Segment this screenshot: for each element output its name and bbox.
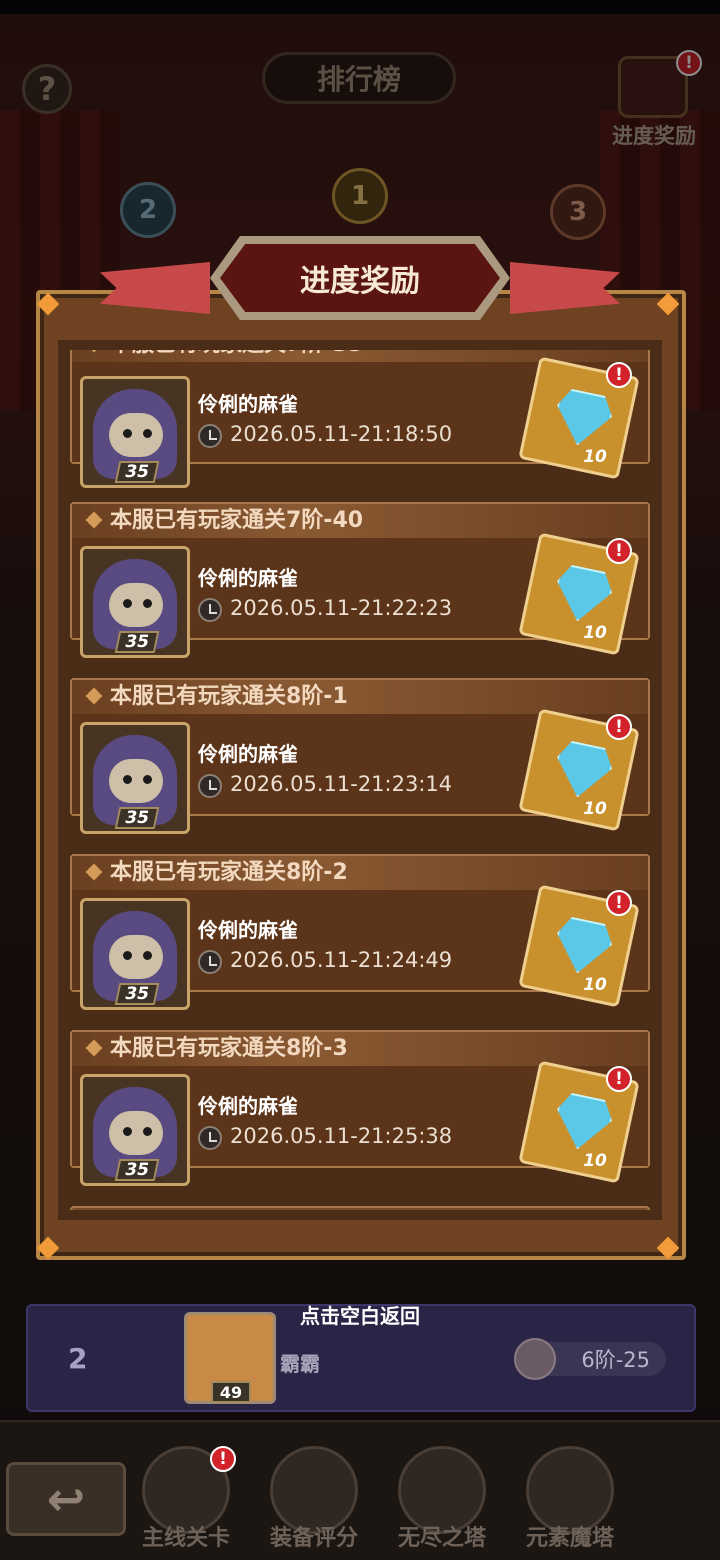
player-avatar[interactable]: 35 [80, 546, 190, 658]
nav-label: 主线关卡 [141, 1526, 230, 1551]
reward-list[interactable]: 本服已有玩家通关7阶-35 35 伶俐的麻雀 2026.05.11-21:18:… [70, 350, 650, 1210]
clear-time: 2026.05.11-21:25:38 [230, 1124, 453, 1148]
level-badge: 49 [211, 1381, 251, 1403]
nav-endless-tower[interactable]: 无尽之塔 [382, 1436, 502, 1556]
back-arrow-icon: ↩ [46, 1472, 86, 1526]
player-avatar[interactable]: 35 [80, 1074, 190, 1186]
diamond-bullet-icon [85, 511, 103, 529]
nav-equipment-score[interactable]: 装备评分 [254, 1436, 374, 1556]
reward-entry: 本服已有玩家通关8阶-2 35 伶俐的麻雀 2026.05.11-21:24:4… [70, 854, 650, 1010]
diamond-bullet-icon [85, 687, 103, 705]
level-badge: 35 [114, 631, 160, 653]
reward-count: 10 [583, 799, 607, 820]
player-name: 伶俐的麻雀 [198, 1094, 298, 1118]
level-badge: 35 [114, 807, 160, 829]
entry-header: 本服已有玩家通关8阶-1 [72, 680, 648, 714]
gem-icon [550, 387, 616, 451]
clock-icon [198, 950, 222, 974]
entry-body: 35 伶俐的麻雀 2026.05.11-21:22:23 10 ! [72, 532, 648, 658]
player-name: 伶俐的麻雀 [198, 392, 298, 416]
clock-icon [198, 598, 222, 622]
player-name: 伶俐的麻雀 [198, 566, 298, 590]
diamond-bullet-icon [85, 350, 103, 353]
clear-time: 2026.05.11-21:22:23 [230, 596, 453, 620]
player-name: 伶俐的麻雀 [198, 918, 298, 942]
entry-header: 本服已有玩家通关7阶-40 [72, 504, 648, 538]
skull-icon [514, 1338, 556, 1380]
reward-entry: 本服已有玩家通关8阶-3 35 伶俐的麻雀 2026.05.11-21:25:3… [70, 1030, 650, 1186]
reward-entry [70, 1206, 650, 1210]
reward-count: 10 [583, 447, 607, 468]
alert-badge: ! [210, 1446, 236, 1472]
entry-title: 本服已有玩家通关8阶-1 [110, 684, 348, 709]
entry-body: 35 伶俐的麻雀 2026.05.11-21:24:49 10 ! [72, 884, 648, 1010]
clear-time: 2026.05.11-21:24:49 [230, 948, 453, 972]
level-badge: 35 [114, 983, 160, 1005]
tap-to-close-hint: 点击空白返回 [300, 1304, 420, 1328]
gem-icon [550, 739, 616, 803]
nav-label: 无尽之塔 [397, 1526, 486, 1551]
ribbon-left [100, 262, 210, 314]
entry-body: 35 伶俐的麻雀 2026.05.11-21:25:38 10 ! [72, 1060, 648, 1186]
reward-count: 10 [583, 975, 607, 996]
entry-title: 本服已有玩家通关8阶-2 [110, 860, 348, 885]
my-rank-number: 2 [68, 1342, 88, 1375]
nav-element-tower[interactable]: 元素魔塔 [510, 1436, 630, 1556]
nav-label: 元素魔塔 [525, 1526, 614, 1551]
clear-time: 2026.05.11-21:18:50 [230, 422, 453, 446]
entry-body: 35 伶俐的麻雀 2026.05.11-21:18:50 10 ! [72, 356, 648, 488]
clock-icon [198, 1126, 222, 1150]
level-badge: 35 [114, 1159, 160, 1181]
player-avatar[interactable]: 35 [80, 376, 190, 488]
entry-title: 本服已有玩家通关8阶-3 [110, 1036, 348, 1061]
alert-badge: ! [606, 1066, 632, 1092]
modal-title-banner: 进度奖励 [100, 222, 620, 332]
diamond-bullet-icon [85, 863, 103, 881]
ribbon-right [510, 262, 620, 314]
alert-badge: ! [606, 538, 632, 564]
back-button[interactable]: ↩ [6, 1462, 126, 1536]
reward-entry: 本服已有玩家通关8阶-1 35 伶俐的麻雀 2026.05.11-21:23:1… [70, 678, 650, 834]
gem-icon [550, 563, 616, 627]
bottom-nav: ↩ ! 主线关卡 装备评分 无尽之塔 元素魔塔 [0, 1420, 720, 1560]
gem-icon [550, 1091, 616, 1155]
modal-title: 进度奖励 [220, 244, 500, 312]
player-avatar[interactable]: 35 [80, 722, 190, 834]
reward-count: 10 [583, 1151, 607, 1172]
player-avatar[interactable]: 35 [80, 898, 190, 1010]
diamond-bullet-icon [85, 1039, 103, 1057]
entry-header: 本服已有玩家通关8阶-3 [72, 1032, 648, 1066]
nav-main-stage[interactable]: ! 主线关卡 [126, 1436, 246, 1556]
reward-count: 10 [583, 623, 607, 644]
my-player-name: 霸霸 [280, 1352, 320, 1376]
alert-badge: ! [606, 362, 632, 388]
clock-icon [198, 424, 222, 448]
alert-badge: ! [606, 714, 632, 740]
entry-title: 本服已有玩家通关7阶-35 [110, 350, 363, 360]
reward-entry: 本服已有玩家通关7阶-40 35 伶俐的麻雀 2026.05.11-21:22:… [70, 502, 650, 658]
entry-title: 本服已有玩家通关7阶-40 [110, 508, 364, 533]
level-badge: 35 [114, 461, 160, 483]
clock-icon [198, 774, 222, 798]
entry-body: 35 伶俐的麻雀 2026.05.11-21:23:14 10 ! [72, 708, 648, 834]
player-name: 伶俐的麻雀 [198, 742, 298, 766]
reward-entry: 本服已有玩家通关7阶-35 35 伶俐的麻雀 2026.05.11-21:18:… [70, 350, 650, 488]
nav-label: 装备评分 [269, 1526, 358, 1551]
alert-badge: ! [606, 890, 632, 916]
clear-time: 2026.05.11-21:23:14 [230, 772, 453, 796]
gem-icon [550, 915, 616, 979]
entry-header: 本服已有玩家通关8阶-2 [72, 856, 648, 890]
